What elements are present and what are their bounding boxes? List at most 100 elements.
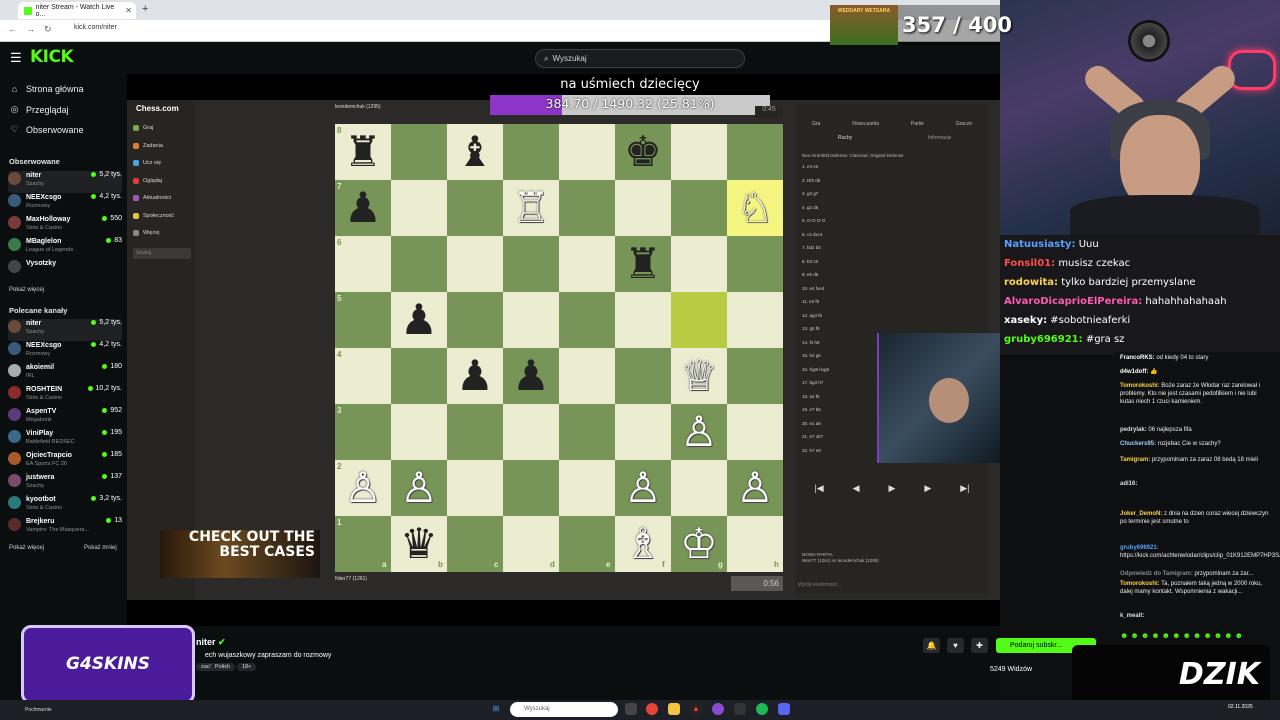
- show-less[interactable]: Pokaż mniej: [84, 545, 117, 551]
- new-tab-button[interactable]: +: [142, 3, 148, 15]
- chesscom-search: Szukaj: [133, 248, 191, 259]
- chat-username[interactable]: Tamigram:: [1120, 457, 1150, 463]
- channel-item[interactable]: Brejkeru Vampire: The Masquera... 13: [8, 517, 122, 539]
- forward-button[interactable]: →: [26, 24, 35, 34]
- board-square: [671, 180, 727, 236]
- channel-item[interactable]: MaxHolloway Slots & Casino 550: [8, 215, 122, 237]
- search-input[interactable]: ⌕ Wyszukaj: [535, 49, 745, 68]
- subtab-info: Informacje: [928, 135, 952, 141]
- windows-start-icon[interactable]: ⊞: [490, 703, 502, 715]
- channel-name: niter: [26, 172, 42, 179]
- windows-taskbar: [0, 700, 1280, 720]
- channel-item[interactable]: AspenTV Megabonk 952: [8, 407, 122, 429]
- channel-item[interactable]: ROSHTEIN Slots & Casino 10,2 tys.: [8, 385, 122, 407]
- chesscom-nav-label: Oglądaj: [143, 177, 162, 184]
- chat-text: przypominam za zar...: [1192, 571, 1254, 577]
- avatar: [8, 216, 21, 229]
- taskbar-search[interactable]: Wyszukaj: [510, 702, 618, 717]
- nav-following[interactable]: ♡ Obserwowane: [10, 124, 83, 135]
- nav-home[interactable]: ⌂ Strona główna: [10, 84, 84, 94]
- channel-item[interactable]: akoiemil IRL 180: [8, 363, 122, 385]
- board-square: [615, 180, 671, 236]
- channel-item[interactable]: MBaglelon League of Legends 83: [8, 237, 122, 259]
- viewer-count-text: 83: [114, 237, 122, 244]
- hamburger-menu-icon[interactable]: ☰: [10, 50, 22, 66]
- taskbar-clock: 02.11.2025: [1228, 704, 1253, 710]
- discord-icon[interactable]: [778, 703, 790, 715]
- follow-heart-icon[interactable]: ♥: [947, 638, 964, 653]
- chess-piece: ♔: [680, 519, 718, 568]
- weather-widget[interactable]: Pochmurnie: [25, 707, 52, 713]
- stream-info-bar: [127, 626, 1000, 700]
- chat-username[interactable]: Odpowiedz do Tamigram:: [1120, 571, 1193, 577]
- move-row: 19. e7 b5: [802, 407, 821, 412]
- chat-username[interactable]: Joker_DemoN:: [1120, 511, 1162, 517]
- channel-name: MaxHolloway: [26, 216, 71, 223]
- notification-bell-icon[interactable]: 🔔: [923, 638, 940, 653]
- streamer-name[interactable]: niter ✔: [196, 637, 226, 648]
- channel-item[interactable]: niter Szachy 5,2 tys.: [8, 319, 122, 341]
- channel-item[interactable]: kyootbot Slots & Casino 3,2 tys.: [8, 495, 122, 517]
- channel-item[interactable]: niter Szachy 5,2 tys.: [8, 171, 122, 193]
- avatar: [8, 364, 21, 377]
- channel-item[interactable]: justwera Szachy 137: [8, 473, 122, 495]
- channel-item[interactable]: NEEXcsgo Rozmowy 4,2 tys.: [8, 193, 122, 215]
- channel-item[interactable]: Vysotzky: [8, 259, 122, 281]
- chess-piece: ♜: [344, 127, 382, 176]
- browser-tab[interactable]: niter Stream - Watch Live o... ✕: [18, 2, 136, 19]
- task-view-icon[interactable]: [625, 703, 637, 715]
- show-more-followed[interactable]: Pokaż więcej: [9, 287, 44, 293]
- tag-language[interactable]: Polish: [210, 663, 235, 671]
- move-row: 4. g2 d6: [802, 204, 819, 210]
- chat-username[interactable]: FrancoRKS:: [1120, 355, 1155, 361]
- channel-item[interactable]: OjciecTrapcio EA Sports FC 26 185: [8, 451, 122, 473]
- viewer-count: 4,2 tys.: [91, 341, 122, 348]
- chat-username[interactable]: Chuckers95:: [1120, 441, 1156, 447]
- chess-piece: ♚: [624, 127, 662, 176]
- channel-item[interactable]: NEEXcsgo Rozmowy 4,2 tys.: [8, 341, 122, 363]
- reload-button[interactable]: ↻: [44, 24, 52, 35]
- close-tab-icon[interactable]: ✕: [125, 6, 132, 15]
- chat-text: 06 najlepsza fifa: [1146, 427, 1192, 433]
- channel-text: NEEXcsgo Rozmowy: [26, 341, 61, 358]
- channel-item[interactable]: ViniPlay Battlefield REDSEC 195: [8, 429, 122, 451]
- board-square: [335, 292, 391, 348]
- app2-icon[interactable]: [734, 703, 746, 715]
- chat-username: Fonsil01:: [1004, 258, 1056, 269]
- chesscom-nav-item: Zadania: [133, 142, 163, 149]
- tag-mature[interactable]: 18+: [237, 663, 257, 671]
- live-dot-icon: [102, 474, 108, 479]
- chat-username[interactable]: k_mealt:: [1120, 613, 1144, 619]
- gift-icon[interactable]: ✚: [971, 638, 988, 653]
- chrome-icon[interactable]: [646, 703, 658, 715]
- move-row: 5. O-O O-O: [802, 218, 826, 223]
- spotify-icon[interactable]: [756, 703, 768, 715]
- chat-username[interactable]: Tomorokoshi:: [1120, 383, 1160, 389]
- viewer-count: 185: [102, 451, 122, 458]
- kick-logo[interactable]: KICK: [30, 47, 74, 67]
- chat-username[interactable]: pedrylak:: [1120, 427, 1147, 433]
- back-button[interactable]: ←: [8, 24, 17, 34]
- channel-category: Szachy: [26, 329, 45, 335]
- url-field[interactable]: kick.com/niter: [74, 24, 117, 31]
- live-dot-icon: [102, 364, 108, 369]
- show-more-recommended[interactable]: Pokaż więcej: [9, 545, 44, 551]
- chat-username[interactable]: Tomorokoshi:: [1120, 581, 1160, 587]
- app-icon[interactable]: ▲: [690, 703, 702, 715]
- chat-username[interactable]: gruby696921:: [1120, 545, 1159, 551]
- file-label: c: [494, 560, 499, 569]
- channel-name: NEEXcsgo: [26, 342, 62, 349]
- avatar: [8, 430, 21, 443]
- file-explorer-icon[interactable]: [668, 703, 680, 715]
- rank-label: 4: [337, 350, 342, 359]
- browser-icon[interactable]: [712, 703, 724, 715]
- chesscom-nav-label: Ucz się: [143, 160, 162, 166]
- nav-browse[interactable]: ◎ Przeglądaj: [10, 104, 69, 115]
- chat-username[interactable]: d4w1doff:: [1120, 369, 1148, 375]
- move-row: 20. e1 a8: [802, 420, 821, 426]
- chesscom-nav-label: Zadania: [143, 142, 163, 149]
- board-square: [503, 236, 559, 292]
- chat-username[interactable]: adi16:: [1120, 481, 1137, 487]
- tab-new-game: Nowa partia: [852, 121, 879, 127]
- move-row: 12. ag3 f6: [802, 312, 823, 318]
